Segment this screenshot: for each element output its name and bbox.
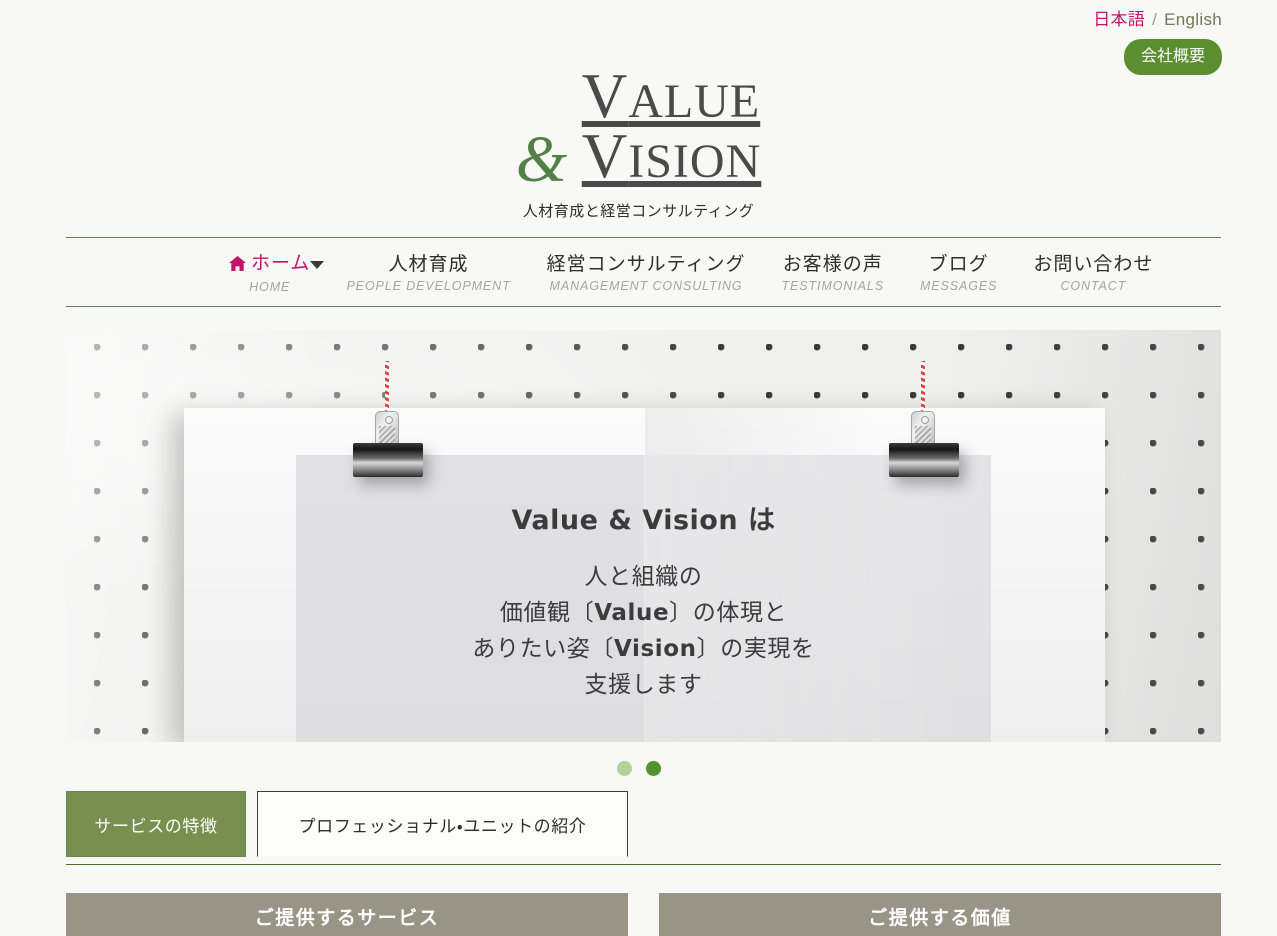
bottom-columns: ご提供するサービス ご提供する価値	[66, 893, 1221, 936]
binder-clip-right	[889, 361, 959, 485]
nav-item-label-ja: お問い合わせ	[1033, 252, 1153, 276]
hero-heading: Value & Vision は	[511, 505, 776, 536]
logo-line-value: VALUE	[516, 65, 762, 128]
logo-vision-rest: ISION	[628, 135, 762, 189]
language-switcher: 日本語 / English	[0, 0, 1222, 32]
nav-item-testimonials[interactable]: お客様の声 TESTIMONIALS	[763, 252, 901, 293]
logo-ampersand: &	[515, 122, 569, 196]
language-link-japanese[interactable]: 日本語	[1093, 10, 1145, 30]
logo-line-vision: & VISION	[516, 125, 762, 192]
binder-clip-left	[353, 361, 423, 485]
nav-item-text-ja: ホーム	[251, 251, 311, 274]
chevron-down-icon	[310, 260, 325, 269]
hero-line-3-post: 〕の実現を	[696, 636, 815, 662]
logo-value-rest: ALUE	[628, 75, 761, 128]
nav-item-messages[interactable]: ブログ MESSAGES	[902, 252, 1015, 293]
clip-string-right	[921, 361, 925, 413]
hero-line-3: ありたい姿〔Vision〕の実現を	[66, 631, 1221, 667]
nav-item-text-ja: 経営コンサルティング	[546, 252, 746, 275]
hero-line-4: 支援します	[584, 672, 703, 698]
logo-vision-capital: V	[581, 121, 629, 192]
nav-item-text-ja: 人材育成	[388, 252, 469, 275]
nav-item-label-en: MANAGEMENT CONSULTING	[549, 278, 743, 293]
nav-item-label-en: MESSAGES	[919, 278, 998, 293]
nav-item-people-development[interactable]: 人材育成 PEOPLE DEVELOPMENT	[310, 252, 528, 293]
language-separator: /	[1152, 10, 1158, 29]
utility-topbar: 日本語 / English 会社概要	[0, 0, 1277, 75]
hero-text-block: Value & Vision は 人と組織の 価値観〔Value〕の体現と あり…	[66, 498, 1221, 703]
content-tabs: サービスの特徴 プロフェッショナル・ユニットの紹介	[66, 791, 1221, 865]
nav-item-label-en: PEOPLE DEVELOPMENT	[346, 278, 511, 293]
nav-item-text-ja: ブログ	[928, 252, 989, 275]
clip-string-left	[385, 361, 389, 413]
nav-item-home[interactable]: ホーム HOME	[211, 251, 328, 294]
clip-body-left	[353, 443, 423, 477]
clip-body-right	[889, 443, 959, 477]
content-tab-1[interactable]: サービスの特徴	[66, 791, 246, 857]
language-link-english[interactable]: English	[1164, 10, 1222, 29]
nav-item-label-ja: お客様の声	[781, 252, 883, 276]
nav-item-label-en: TESTIMONIALS	[781, 278, 884, 293]
hero-carousel[interactable]: Value & Vision は 人と組織の 価値観〔Value〕の体現と あり…	[66, 330, 1221, 742]
hero-line-1: 人と組織の	[584, 564, 703, 590]
carousel-dot-slide-2[interactable]	[645, 761, 661, 777]
hero-line-2-post: 〕の体現と	[669, 600, 788, 626]
bottom-column-2: ご提供する価値	[659, 893, 1221, 936]
column-heading-2: ご提供する価値	[659, 893, 1221, 936]
nav-item-label-en: HOME	[249, 279, 291, 294]
nav-item-label-ja: 人材育成	[346, 252, 510, 276]
bottom-column-1: ご提供するサービス	[66, 893, 628, 936]
nav-item-management-consulting[interactable]: 経営コンサルティング MANAGEMENT CONSULTING	[529, 252, 764, 293]
carousel-dot-slide-1[interactable]	[616, 761, 632, 777]
hero-line-3-pre: ありたい姿〔	[472, 636, 614, 662]
home-icon	[229, 253, 246, 277]
nav-item-label-ja: ホーム	[229, 251, 310, 277]
nav-item-label-ja: 経営コンサルティング	[547, 252, 746, 276]
hero-line-2-pre: 価値観〔	[499, 600, 595, 626]
main-navigation: ホーム HOME 人材育成 PEOPLE DEVELOPMENT 経営コンサルティング M…	[66, 237, 1221, 307]
site-logo-link[interactable]: VALUE & VISION	[516, 65, 762, 193]
hero-line-2-emphasis: Value	[594, 600, 670, 626]
site-tagline: 人材育成と経営コンサルティング	[522, 201, 755, 220]
nav-item-contact[interactable]: お問い合わせ CONTACT	[1015, 252, 1171, 293]
nav-item-text-ja: お問い合わせ	[1033, 252, 1154, 275]
hero-line-2: 価値観〔Value〕の体現と	[66, 595, 1221, 631]
nav-item-text-ja: お客様の声	[782, 252, 883, 275]
hero-line-3-emphasis: Vision	[613, 636, 697, 662]
site-logo-block: VALUE & VISION 人材育成と経営コンサルティング	[0, 65, 1277, 221]
carousel-dots	[0, 760, 1277, 778]
column-heading-1: ご提供するサービス	[66, 893, 628, 936]
nav-item-label-en: CONTACT	[1060, 278, 1127, 293]
nav-item-label-ja: ブログ	[920, 252, 997, 276]
content-tab-2[interactable]: プロフェッショナル・ユニットの紹介	[257, 791, 628, 857]
